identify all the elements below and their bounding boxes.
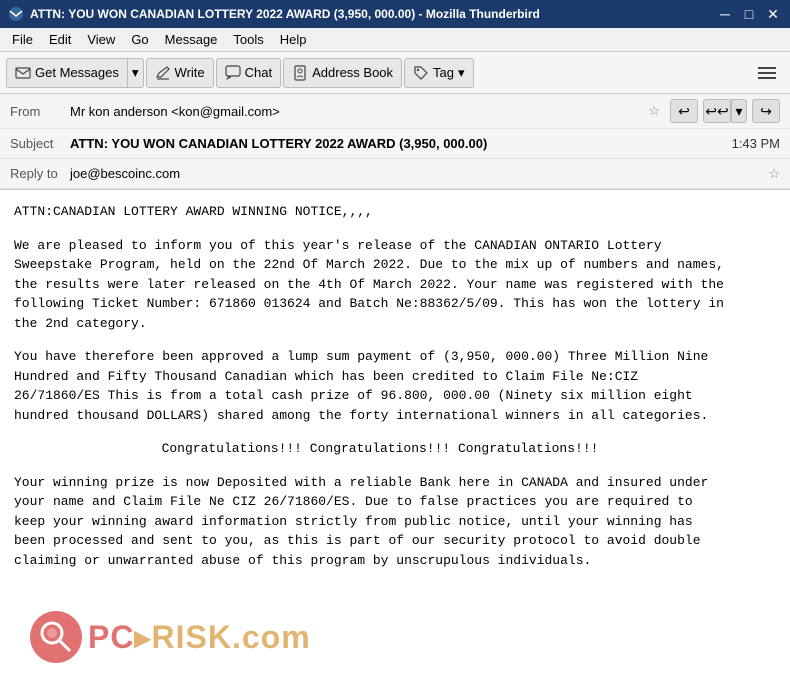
chat-label: Chat: [245, 65, 272, 80]
tag-dropdown-arrow: ▾: [458, 65, 465, 81]
email-body-wrapper[interactable]: ATTN:CANADIAN LOTTERY AWARD WINNING NOTI…: [0, 190, 790, 693]
menu-view[interactable]: View: [79, 30, 123, 49]
window-title: ATTN: YOU WON CANADIAN LOTTERY 2022 AWAR…: [30, 7, 716, 21]
subject-label: Subject: [10, 136, 70, 151]
email-body: ATTN:CANADIAN LOTTERY AWARD WINNING NOTI…: [0, 190, 740, 596]
menu-go[interactable]: Go: [123, 30, 156, 49]
tag-label: Tag: [433, 65, 454, 80]
subject-row: Subject ATTN: YOU WON CANADIAN LOTTERY 2…: [0, 129, 790, 159]
chat-icon: [225, 65, 241, 81]
replyto-star-icon[interactable]: ☆: [768, 166, 780, 182]
get-messages-dropdown[interactable]: ▾: [128, 58, 144, 88]
forward-button[interactable]: ↪: [752, 99, 780, 123]
email-header: From Mr kon anderson <kon@gmail.com> ☆ ↩…: [0, 94, 790, 190]
hamburger-line-2: [758, 72, 776, 74]
close-button[interactable]: ✕: [764, 5, 782, 23]
from-star-icon[interactable]: ☆: [648, 103, 660, 119]
address-book-icon: [292, 65, 308, 81]
get-messages-icon: [15, 65, 31, 81]
reply-back-button[interactable]: ↩: [670, 99, 698, 123]
window-controls: ─ □ ✕: [716, 5, 782, 23]
reply-dropdown[interactable]: ▾: [731, 99, 747, 123]
from-value: Mr kon anderson <kon@gmail.com>: [70, 104, 642, 119]
address-book-button[interactable]: Address Book: [283, 58, 402, 88]
title-bar: ATTN: YOU WON CANADIAN LOTTERY 2022 AWAR…: [0, 0, 790, 28]
reply-actions: ↩ ↩↩ ▾ ↪: [670, 99, 780, 123]
reply-group: ↩↩ ▾: [703, 99, 747, 123]
write-button[interactable]: Write: [146, 58, 214, 88]
minimize-button[interactable]: ─: [716, 5, 734, 23]
address-book-label: Address Book: [312, 65, 393, 80]
menu-message[interactable]: Message: [157, 30, 226, 49]
app-icon: [8, 6, 24, 22]
email-paragraph-5: Your winning prize is now Deposited with…: [14, 473, 726, 571]
watermark-text: PC▸RISK.com: [88, 618, 311, 656]
hamburger-line-1: [758, 67, 776, 69]
menu-tools[interactable]: Tools: [225, 30, 271, 49]
watermark: PC▸RISK.com: [30, 611, 311, 663]
hamburger-line-3: [758, 77, 776, 79]
chat-button[interactable]: Chat: [216, 58, 281, 88]
email-paragraph-2: We are pleased to inform you of this yea…: [14, 236, 726, 334]
get-messages-group: Get Messages ▾: [6, 58, 144, 88]
reply-back-group: ↩: [670, 99, 698, 123]
toolbar: Get Messages ▾ Write Chat Address Book T…: [0, 52, 790, 94]
get-messages-label: Get Messages: [35, 65, 119, 80]
menu-edit[interactable]: Edit: [41, 30, 79, 49]
email-paragraph-4: Congratulations!!! Congratulations!!! Co…: [14, 439, 726, 459]
tag-button[interactable]: Tag ▾: [404, 58, 474, 88]
tag-icon: [413, 65, 429, 81]
get-messages-button[interactable]: Get Messages: [6, 58, 128, 88]
watermark-circle: [30, 611, 82, 663]
email-paragraph-3: You have therefore been approved a lump …: [14, 347, 726, 425]
from-label: From: [10, 104, 70, 119]
menu-help[interactable]: Help: [272, 30, 315, 49]
email-paragraph-1: ATTN:CANADIAN LOTTERY AWARD WINNING NOTI…: [14, 202, 726, 222]
reply-button[interactable]: ↩↩: [703, 99, 731, 123]
email-timestamp: 1:43 PM: [732, 136, 780, 151]
watermark-magnify-icon: [36, 617, 76, 657]
hamburger-menu-button[interactable]: [750, 61, 784, 85]
maximize-button[interactable]: □: [740, 5, 758, 23]
menu-bar: File Edit View Go Message Tools Help: [0, 28, 790, 52]
subject-value: ATTN: YOU WON CANADIAN LOTTERY 2022 AWAR…: [70, 136, 722, 151]
write-icon: [155, 65, 171, 81]
replyto-row: Reply to joe@bescoinc.com ☆: [0, 159, 790, 189]
menu-file[interactable]: File: [4, 30, 41, 49]
write-label: Write: [175, 65, 205, 80]
replyto-value: joe@bescoinc.com: [70, 166, 762, 181]
replyto-label: Reply to: [10, 166, 70, 181]
from-row: From Mr kon anderson <kon@gmail.com> ☆ ↩…: [0, 94, 790, 129]
